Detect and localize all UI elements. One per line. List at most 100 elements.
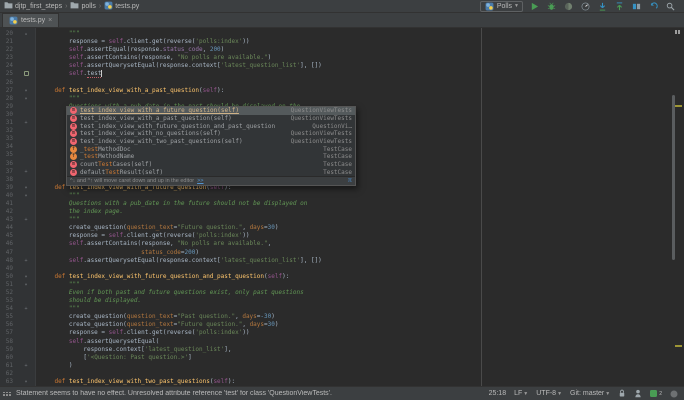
vcs-branch-select[interactable]: Git: master▼ [570,390,610,397]
coverage-button[interactable] [563,1,574,12]
code-line[interactable]: 28▾ """ [0,95,670,103]
completion-item[interactable]: mcountTestCases(self)TestCase [67,161,355,169]
code-line[interactable]: 22 self.assertEqual(response.status_code… [0,46,670,54]
search-everywhere-button[interactable] [665,1,676,12]
commit-button[interactable] [614,1,625,12]
code-line[interactable]: 57 response = self.client.get(reverse('p… [0,329,670,337]
code-line[interactable]: 26 [0,79,670,87]
tab-tests-py[interactable]: tests.py × [2,13,59,27]
code-line[interactable]: 21 response = self.client.get(reverse('p… [0,38,670,46]
lock-icon[interactable] [618,389,626,398]
completion-item[interactable]: mtest_index_view_with_a_future_question(… [67,107,355,115]
run-button[interactable] [529,1,540,12]
line-number: 52 [0,289,16,297]
line-number: 38 [0,176,16,184]
fold-marker[interactable]: ▾ [16,87,36,95]
completion-item[interactable]: mtest_index_view_with_no_questions(self)… [67,130,355,138]
code-line[interactable]: 42 the index page. [0,208,670,216]
rollback-button[interactable] [648,1,659,12]
code-line[interactable]: 40▾ """ [0,192,670,200]
code-line[interactable]: 43+ """ [0,216,670,224]
debug-button[interactable] [546,1,557,12]
caret-position[interactable]: 25:18 [489,390,507,397]
line-number: 46 [0,240,16,248]
code-line[interactable]: 51▾ """ [0,281,670,289]
code-line[interactable]: 56 create_question(question_text="Future… [0,321,670,329]
update-project-button[interactable] [597,1,608,12]
python-file-icon [9,16,18,25]
line-number: 40 [0,192,16,200]
completion-item[interactable]: f_testMethodDocTestCase [67,145,355,153]
breadcrumb-item-djtp_first_steps[interactable]: djtp_first_steps [4,1,62,11]
code-line[interactable]: 50▾ def test_index_view_with_future_ques… [0,273,670,281]
fold-marker[interactable]: ▾ [16,273,36,281]
stripe-mark[interactable] [675,30,677,34]
fold-marker[interactable]: ▾ [16,192,36,200]
profiler-button[interactable] [580,1,591,12]
diff-button[interactable] [631,1,642,12]
completion-hint-link[interactable]: >> [197,178,203,184]
code-line[interactable]: 61+ ) [0,362,670,370]
completion-item[interactable]: mdefaultTestResult(self)TestCase [67,169,355,177]
code-line[interactable]: 44 create_question(question_text="Future… [0,224,670,232]
line-separator-select[interactable]: LF▼ [514,390,528,397]
code-line[interactable]: 58 self.assertQuerysetEqual( [0,338,670,346]
code-text [36,79,40,87]
breadcrumb-separator: › [99,3,101,10]
code-line[interactable]: 52 Even if both past and future question… [0,289,670,297]
code-line[interactable]: 54+ """ [0,305,670,313]
completion-item[interactable]: mtest_index_view_with_two_past_questions… [67,138,355,146]
code-line[interactable]: 45 response = self.client.get(reverse('p… [0,232,670,240]
code-line[interactable]: 63▾ def test_index_view_with_two_past_qu… [0,378,670,386]
inspections-hector-icon[interactable] [634,389,642,398]
completion-item-name: defaultTestResult(self) [80,169,163,176]
line-number: 20 [0,30,16,38]
completion-item[interactable]: mtest_index_view_with_a_past_question(se… [67,115,355,123]
fold-column [16,338,36,346]
code-line[interactable]: 20▴ """ [0,30,670,38]
code-line[interactable]: 47 status_code=200) [0,249,670,257]
fold-marker[interactable]: + [16,216,36,224]
sort-alphabetically-icon[interactable]: π [348,178,352,184]
scrollbar-thumb[interactable] [672,95,675,260]
code-line[interactable]: 46 self.assertContains(response, "No pol… [0,240,670,248]
fold-marker[interactable]: ▾ [16,281,36,289]
code-line[interactable]: 41 Questions with a pub_date in the futu… [0,200,670,208]
fold-marker[interactable]: ▴ [16,30,36,38]
error-stripe[interactable] [671,28,684,386]
code-line[interactable]: 48+ self.assertQuerysetEqual(response.co… [0,257,670,265]
fold-marker[interactable]: + [16,119,36,127]
code-line[interactable]: 27▾ def test_index_view_with_a_past_ques… [0,87,670,95]
warning-stripe-mark[interactable] [675,345,682,347]
fold-marker[interactable]: ▾ [16,378,36,386]
code-line[interactable]: 62 [0,370,670,378]
code-line[interactable]: 24 self.assertQuerysetEqual(response.con… [0,62,670,70]
code-line[interactable]: 23 self.assertContains(response, "No pol… [0,54,670,62]
completion-item[interactable]: f_testMethodNameTestCase [67,153,355,161]
fold-marker[interactable]: ▾ [16,95,36,103]
code-line[interactable]: 49 [0,265,670,273]
run-configuration-select[interactable]: Polls ▼ [480,1,523,12]
fold-marker[interactable]: ▾ [16,184,36,192]
close-icon[interactable]: × [48,17,52,24]
completion-item-type: TestCase [317,153,352,160]
code-line[interactable]: 53 should be displayed. [0,297,670,305]
warning-stripe-mark[interactable] [675,105,682,107]
code-line[interactable]: 25 self.test [0,70,670,78]
code-line[interactable]: 60 ['<Question: Past question.>'] [0,354,670,362]
events-indicator[interactable]: 2 [650,390,662,397]
completion-item[interactable]: mtest_index_view_with_future_question_an… [67,122,355,130]
fold-marker[interactable]: + [16,257,36,265]
breadcrumb-item-polls[interactable]: polls [70,1,95,11]
toolwindow-toggle-icon[interactable] [3,392,11,396]
code-line[interactable]: 55 create_question(question_text="Past q… [0,313,670,321]
encoding-select[interactable]: UTF-8▼ [536,390,562,397]
code-line[interactable]: 59 response.context['latest_question_lis… [0,346,670,354]
breadcrumb-item-tests-py[interactable]: tests.py [104,1,139,12]
stripe-mark[interactable] [678,30,680,34]
code-editor[interactable]: 20▴ """21 response = self.client.get(rev… [0,28,684,386]
fold-marker[interactable]: + [16,305,36,313]
fold-marker[interactable]: + [16,362,36,370]
fold-marker[interactable]: + [16,168,36,176]
notification-icon[interactable] [670,390,678,398]
